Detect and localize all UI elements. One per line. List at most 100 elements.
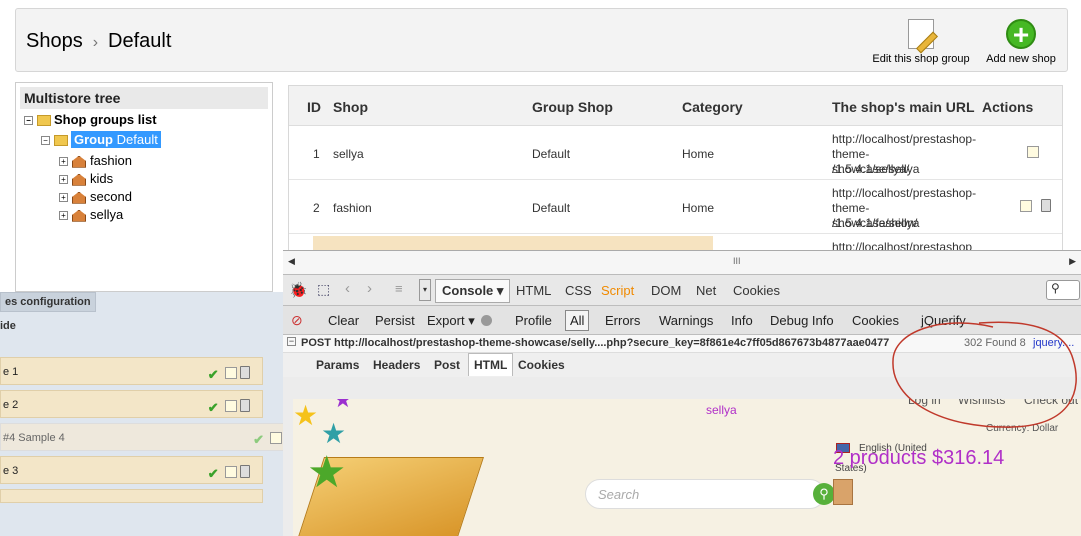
annotation-circle [892, 321, 1077, 428]
scroll-thumb[interactable]: III [733, 256, 741, 266]
shop-house-icon [72, 173, 86, 186]
shopping-bag-icon[interactable] [833, 479, 853, 505]
check-icon[interactable]: ✔ [253, 432, 264, 447]
table-row[interactable]: 2 fashion Default Home http://localhost/… [289, 180, 1062, 234]
firebug-bug-icon[interactable]: 🐞 [289, 281, 308, 299]
list-item[interactable]: e 1 ✔ [0, 357, 263, 385]
config-tab[interactable]: es configuration [0, 292, 96, 312]
scroll-left-icon[interactable]: ◀ [288, 256, 295, 267]
open-folder-icon [54, 135, 68, 147]
persist-button[interactable]: Persist [375, 313, 415, 328]
back-icon[interactable]: ‹ [345, 280, 350, 297]
subtab-headers[interactable]: Headers [373, 358, 420, 372]
add-new-shop-button[interactable]: + Add new shop [984, 19, 1058, 65]
list-item-label: e 1 [3, 366, 19, 378]
shop-house-icon [72, 191, 86, 204]
horizontal-scrollbar[interactable]: ◀ III ▶ [283, 251, 1081, 275]
breadcrumb-current: Default [108, 30, 172, 52]
search-input[interactable]: Search [585, 479, 825, 509]
col-id[interactable]: ID [307, 99, 321, 115]
tab-dom[interactable]: DOM [651, 283, 681, 298]
edit-icon[interactable] [1027, 146, 1039, 158]
firebug-main-toolbar: 🐞 ⬚ ‹ › ≡ ▾ Console ▾ HTML CSS Script DO… [283, 275, 1081, 306]
subtab-html[interactable]: HTML [468, 353, 514, 376]
filter-errors-button[interactable]: Errors [605, 313, 640, 328]
col-shop[interactable]: Shop [333, 99, 368, 115]
list-item-label: e 2 [3, 399, 19, 411]
expand-icon[interactable]: + [59, 175, 68, 185]
cell-id: 1 [313, 147, 320, 161]
edit-shop-group-button[interactable]: Edit this shop group [871, 19, 971, 65]
shop-name-logo[interactable]: sellya [706, 403, 737, 417]
tree-shop-kids[interactable]: + kids [59, 171, 113, 186]
scroll-right-icon[interactable]: ▶ [1069, 256, 1076, 267]
tab-css[interactable]: CSS [565, 283, 592, 298]
collapse-icon[interactable]: − [41, 136, 50, 146]
breadcrumb-root[interactable]: Shops [26, 30, 83, 52]
filter-debug-button[interactable]: Debug Info [770, 313, 834, 328]
menu-lines-icon[interactable]: ≡ [395, 281, 403, 296]
list-item[interactable]: e 2 ✔ [0, 390, 263, 418]
list-item[interactable]: #4 Sample 4 ✔ [0, 423, 285, 451]
star-icon: ★ [293, 400, 319, 431]
collapse-icon[interactable]: − [287, 337, 296, 346]
tree-shop-sellya[interactable]: + sellya [59, 207, 123, 222]
filter-info-button[interactable]: Info [731, 313, 753, 328]
collapse-icon[interactable]: − [24, 116, 33, 126]
inspect-icon[interactable]: ⬚ [317, 281, 330, 298]
list-item-label: #4 Sample 4 [3, 432, 65, 444]
tree-group-default[interactable]: − Group Default [41, 131, 161, 148]
list-item[interactable] [0, 489, 263, 503]
dropdown-icon[interactable]: ▾ [419, 279, 431, 301]
check-icon[interactable]: ✔ [208, 400, 219, 415]
cart-summary[interactable]: 2 products $316.14 [833, 447, 1004, 470]
col-group[interactable]: Group Shop [532, 99, 613, 115]
profile-button[interactable]: Profile [515, 313, 552, 328]
record-icon[interactable] [481, 315, 492, 326]
star-icon: ★ [333, 399, 353, 412]
delete-icon[interactable] [1041, 199, 1051, 212]
tree-shop-second[interactable]: + second [59, 189, 132, 204]
breadcrumb: Shops › Default [26, 30, 171, 53]
tree-shop-label: kids [90, 171, 114, 186]
edit-icon[interactable] [224, 367, 237, 379]
edit-icon[interactable] [224, 400, 237, 412]
forward-icon[interactable]: › [367, 280, 372, 297]
search-icon[interactable]: ⚲ [1046, 280, 1080, 300]
delete-icon[interactable] [240, 399, 250, 412]
search-icon[interactable]: ⚲ [813, 483, 835, 505]
check-icon[interactable]: ✔ [208, 466, 219, 481]
filter-warnings-button[interactable]: Warnings [659, 313, 713, 328]
clear-console-icon[interactable]: ⊘ [291, 312, 303, 329]
col-category[interactable]: Category [682, 99, 743, 115]
col-url[interactable]: The shop's main URL [832, 99, 975, 115]
cell-category: Home [682, 147, 715, 161]
edit-icon[interactable] [224, 466, 237, 478]
tree-root[interactable]: − Shop groups list [24, 112, 157, 127]
add-icon: + [1006, 19, 1036, 49]
filter-all-button[interactable]: All [565, 310, 590, 331]
subtab-params[interactable]: Params [316, 358, 359, 372]
edit-icon[interactable] [270, 432, 282, 444]
list-item[interactable]: e 3 ✔ [0, 456, 263, 484]
subtab-post[interactable]: Post [434, 358, 460, 372]
clear-button[interactable]: Clear [328, 313, 359, 328]
tab-cookies[interactable]: Cookies [733, 283, 780, 298]
expand-icon[interactable]: + [59, 157, 68, 167]
tree-shop-fashion[interactable]: + fashion [59, 153, 132, 168]
export-button[interactable]: Export ▾ [427, 313, 475, 329]
tab-net[interactable]: Net [696, 283, 716, 298]
expand-icon[interactable]: + [59, 211, 68, 221]
check-icon[interactable]: ✔ [208, 367, 219, 382]
tab-console[interactable]: Console ▾ [435, 279, 511, 303]
multistore-tree-panel: Multistore tree − Shop groups list − Group… [15, 82, 273, 292]
group-prefix: Group [74, 132, 113, 147]
delete-icon[interactable] [240, 366, 250, 379]
tab-script[interactable]: Script [601, 283, 634, 298]
subtab-cookies[interactable]: Cookies [518, 358, 565, 372]
edit-icon[interactable] [1020, 200, 1032, 212]
expand-icon[interactable]: + [59, 193, 68, 203]
delete-icon[interactable] [240, 465, 250, 478]
tab-html[interactable]: HTML [516, 283, 551, 298]
table-row[interactable]: 1 sellya Default Home http://localhost/p… [289, 126, 1062, 180]
